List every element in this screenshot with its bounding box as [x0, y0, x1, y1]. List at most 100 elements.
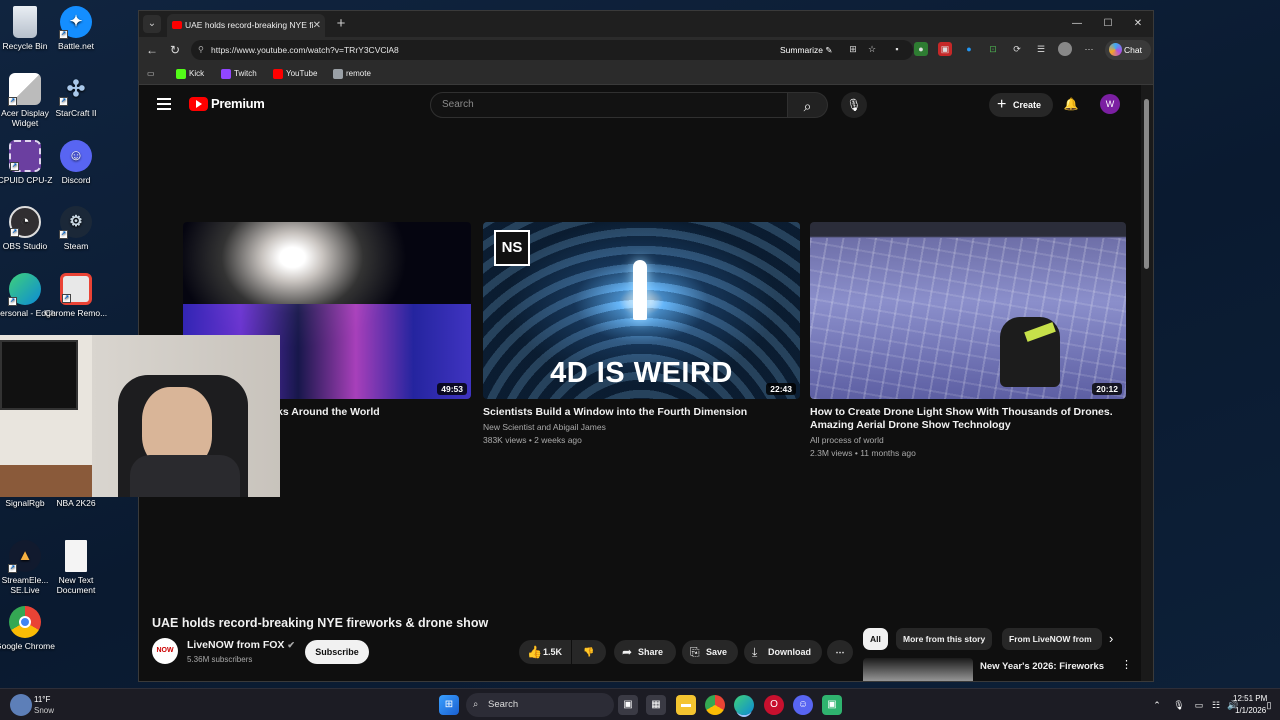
network-tray-icon[interactable]: ☷	[1209, 695, 1223, 715]
desktop-icon-steam[interactable]: ⚙ ↗ Steam	[44, 206, 108, 251]
site-info-icon[interactable]: ⚲	[198, 40, 204, 60]
task-view-icon[interactable]: ▣	[618, 695, 638, 715]
video-channel[interactable]: New Scientist and Abigail James	[483, 422, 606, 433]
favorite-star-icon[interactable]: ☆	[865, 42, 879, 56]
extension-icon[interactable]: ▪	[890, 42, 904, 56]
start-windows-icon[interactable]: ⊞	[439, 695, 459, 715]
more-actions-button[interactable]: ⋯	[827, 640, 853, 664]
notifications-icon[interactable]: ▯	[1262, 695, 1276, 715]
like-count: 1.5K	[543, 647, 563, 657]
extensions-puzzle-icon[interactable]: ⟳	[1010, 42, 1024, 56]
bookmark-kick[interactable]: Kick	[176, 63, 204, 85]
address-toolbar: ← ↻ ⚲ https://www.youtube.com/watch?v=TR…	[139, 37, 1153, 63]
chip-from-livenow[interactable]: From LiveNOW from	[1002, 628, 1102, 650]
desktop-icon-chrome-remote[interactable]: ↗ Chrome Remo...	[44, 273, 108, 318]
weather-temp[interactable]: 11°F	[34, 695, 50, 704]
obs-icon: ◔ ↗	[9, 206, 41, 238]
related-title[interactable]: New Year's 2026: Fireworks Around the Wo…	[980, 660, 1125, 674]
back-icon[interactable]: ←	[143, 41, 161, 59]
extension-blue-icon[interactable]: ●	[962, 42, 976, 56]
desktop-icon-new-text-document[interactable]: New Text Document	[44, 540, 108, 595]
video-title[interactable]: Scientists Build a Window into the Fourt…	[483, 406, 801, 419]
youtube-header: Premium Search ⌕ 🎙 + Create 🔔 W	[139, 85, 1141, 123]
profile-avatar[interactable]	[1058, 42, 1072, 56]
youtube-logo-icon[interactable]	[189, 97, 208, 111]
tab-close-icon[interactable]: ✕	[313, 14, 321, 37]
new-tab-button[interactable]: +	[331, 14, 351, 34]
copilot-icon	[1109, 43, 1122, 56]
desktop-icon-label: Acer Display Widget	[1, 108, 49, 128]
desktop-icon-discord[interactable]: ☺ Discord	[44, 140, 108, 185]
read-aloud-icon[interactable]: ⊞	[846, 42, 860, 56]
show-hidden-icons-chevron-icon[interactable]: ⌃	[1150, 695, 1164, 715]
bookmarks-bar: ▭ Kick Twitch YouTube remote	[139, 63, 1153, 85]
tab-actions-chevron-icon[interactable]: ⌄	[143, 15, 161, 33]
desktop-icon-google-chrome[interactable]: Google Chrome	[0, 606, 57, 651]
refresh-icon[interactable]: ↻	[166, 41, 184, 59]
favorites-icon[interactable]: ☰	[1034, 42, 1048, 56]
bookmark-icon: ⎘	[690, 645, 700, 659]
youtube-premium-logo[interactable]: Premium	[211, 96, 265, 111]
chip-all[interactable]: All	[863, 628, 888, 650]
chrome-taskbar-icon[interactable]	[705, 695, 725, 715]
page-scrollbar[interactable]	[1141, 85, 1153, 681]
video-thumbnail-4d[interactable]: NS 4D IS WEIRD 22:43	[483, 222, 800, 399]
extension-red-icon[interactable]: ▣	[938, 42, 952, 56]
video-title[interactable]: ks Around the World	[277, 406, 477, 419]
save-button[interactable]: ⎘ Save	[682, 640, 738, 664]
minimize-button[interactable]: —	[1066, 15, 1088, 33]
bookmark-label: Kick	[189, 69, 205, 78]
download-button[interactable]: ⤓ Download	[744, 640, 822, 664]
related-more-icon[interactable]: ⋮	[1121, 658, 1132, 671]
microphone-icon[interactable]: 🎙	[841, 92, 867, 118]
search-icon[interactable]: ⌕	[788, 92, 828, 118]
maximize-button[interactable]: ☐	[1097, 15, 1119, 33]
desktop-icon-label: Discord	[61, 175, 91, 185]
channel-name[interactable]: LiveNOW from FOX ✔	[187, 639, 295, 651]
video-thumbnail-drones[interactable]: 20:12	[810, 222, 1126, 399]
bookmark-folder-icon[interactable]: ▭	[147, 63, 155, 85]
create-button[interactable]: + Create	[989, 93, 1053, 117]
subscribe-button[interactable]: Subscribe	[305, 640, 369, 664]
desktop-icon-nba2k[interactable]: NBA 2K26	[44, 498, 108, 508]
video-channel[interactable]: All process of world	[810, 435, 884, 446]
app-taskbar-icon[interactable]: ▣	[822, 695, 842, 715]
related-thumbnail[interactable]	[863, 658, 973, 681]
edge-taskbar-icon[interactable]	[734, 695, 754, 715]
file-explorer-icon[interactable]: ▬	[676, 695, 696, 715]
more-options-icon[interactable]: ⋯	[1082, 42, 1096, 56]
bookmark-youtube[interactable]: YouTube	[273, 63, 317, 85]
verified-icon: ✔	[287, 640, 295, 650]
desktop-icon-starcraft[interactable]: ✣ ↗ StarCraft II	[44, 73, 108, 119]
like-button[interactable]: 👍 1.5K	[519, 640, 571, 664]
discord-taskbar-icon[interactable]: ☺	[793, 695, 813, 715]
channel-name-text: LiveNOW from FOX	[187, 639, 285, 651]
search-input[interactable]: Search	[430, 92, 788, 118]
chip-more-from-story[interactable]: More from this story	[896, 628, 993, 650]
microphone-tray-icon[interactable]: 🎙	[1172, 695, 1186, 715]
tab-active[interactable]: UAE holds record-breaking NYE fi ✕	[167, 14, 325, 37]
video-title[interactable]: How to Create Drone Light Show With Thou…	[810, 406, 1128, 432]
notifications-bell-icon[interactable]: 🔔	[1063, 96, 1079, 112]
extension-green-icon[interactable]: ●	[914, 42, 928, 56]
extension-screen-icon[interactable]: ⊡	[986, 42, 1000, 56]
bookmark-twitch[interactable]: Twitch	[221, 63, 257, 85]
summarize-button[interactable]: Summarize ✎	[780, 40, 832, 60]
widgets-icon[interactable]: ▦	[646, 695, 666, 715]
opera-taskbar-icon[interactable]: O	[764, 695, 784, 715]
dislike-button[interactable]: 👎	[572, 640, 606, 664]
menu-icon[interactable]	[157, 98, 171, 110]
display-tray-icon[interactable]: ▭	[1192, 695, 1206, 715]
weather-icon[interactable]	[10, 694, 32, 716]
desktop-icon-battlenet[interactable]: ✦ ↗ Battle.net	[44, 6, 108, 51]
copilot-chat-button[interactable]: Chat	[1105, 40, 1151, 60]
desktop-icon-label: StarCraft II	[55, 108, 97, 118]
bookmark-remote[interactable]: remote	[333, 63, 371, 85]
scrollbar-thumb[interactable]	[1144, 99, 1149, 269]
share-button[interactable]: ➦ Share	[614, 640, 676, 664]
channel-avatar[interactable]: NOW	[152, 638, 178, 664]
chips-next-chevron-icon[interactable]: ›	[1109, 628, 1125, 650]
taskbar-search[interactable]: ⌕ Search	[466, 693, 614, 717]
account-avatar[interactable]: W	[1100, 94, 1120, 114]
close-window-button[interactable]: ✕	[1127, 15, 1149, 33]
